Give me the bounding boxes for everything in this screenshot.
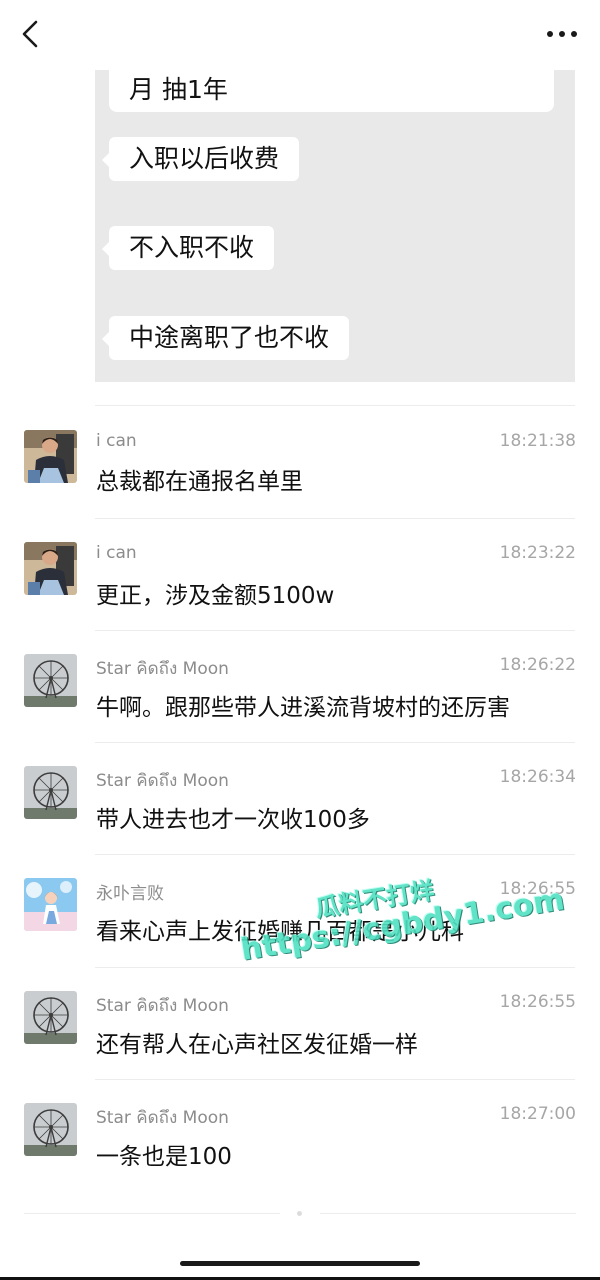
sender-name: Star คิดถึง Moon xyxy=(96,996,229,1016)
message-time: 18:26:22 xyxy=(499,655,576,675)
sender-name: i can xyxy=(96,543,137,563)
quoted-chat-panel: 月 抽1年 入职以后收费 不入职不收 中途离职了也不收 xyxy=(95,60,575,382)
sender-name: 永卟言败 xyxy=(96,884,164,904)
message-time: 18:21:38 xyxy=(499,431,576,451)
sender-name: Star คิดถึง Moon xyxy=(96,771,229,791)
quoted-bubble: 月 抽1年 xyxy=(109,60,554,112)
message-text: 一条也是100 xyxy=(96,1144,232,1170)
chevron-left-icon xyxy=(22,20,38,48)
list-item[interactable]: Star คิดถึง Moon 18:26:55 还有帮人在心声社区发征婚一样 xyxy=(0,967,600,1079)
ferris-wheel-avatar[interactable] xyxy=(24,991,77,1044)
message-text: 牛啊。跟那些带人进溪流背坡村的还厉害 xyxy=(96,695,510,721)
list-item[interactable]: Star คิดถึง Moon 18:26:22 牛啊。跟那些带人进溪流背坡村… xyxy=(0,630,600,742)
ferris-wheel-avatar[interactable] xyxy=(24,654,77,707)
message-text: 看来心声上发征婚赚几百都是小儿科 xyxy=(96,919,464,945)
list-item[interactable]: i can 18:23:22 更正，涉及金额5100w xyxy=(0,518,600,630)
quoted-bubble: 入职以后收费 xyxy=(101,137,300,181)
home-indicator[interactable] xyxy=(180,1261,420,1266)
more-dots-icon xyxy=(547,31,577,37)
list-item[interactable]: Star คิดถึง Moon 18:27:00 一条也是100 xyxy=(0,1079,600,1191)
anime-avatar[interactable] xyxy=(24,878,77,931)
message-text: 总裁都在通报名单里 xyxy=(96,469,303,495)
message-time: 18:23:22 xyxy=(499,543,576,563)
end-dot xyxy=(297,1211,302,1216)
sender-name: Star คิดถึง Moon xyxy=(96,1108,229,1128)
list-item[interactable]: i can 18:21:38 总裁都在通报名单里 xyxy=(0,406,600,518)
list-item[interactable]: Star คิดถึง Moon 18:26:34 带人进去也才一次收100多 xyxy=(0,742,600,854)
more-button[interactable] xyxy=(544,22,580,46)
man-photo-avatar[interactable] xyxy=(24,542,77,595)
quoted-bubble: 中途离职了也不收 xyxy=(101,316,350,360)
ferris-wheel-avatar[interactable] xyxy=(24,1103,77,1156)
end-divider xyxy=(320,1213,576,1214)
message-time: 18:27:00 xyxy=(499,1104,576,1124)
message-text: 带人进去也才一次收100多 xyxy=(96,807,370,833)
message-time: 18:26:55 xyxy=(499,992,576,1012)
sender-name: Star คิดถึง Moon xyxy=(96,659,229,679)
message-text: 更正，涉及金额5100w xyxy=(96,583,335,609)
message-time: 18:26:34 xyxy=(499,767,576,787)
quoted-bubble: 不入职不收 xyxy=(101,226,275,270)
ferris-wheel-avatar[interactable] xyxy=(24,766,77,819)
message-time: 18:26:55 xyxy=(499,879,576,899)
list-item[interactable]: 永卟言败 18:26:55 看来心声上发征婚赚几百都是小儿科 xyxy=(0,854,600,966)
sender-name: i can xyxy=(96,431,137,451)
end-divider xyxy=(24,1213,280,1214)
man-photo-avatar[interactable] xyxy=(24,430,77,483)
message-text: 还有帮人在心声社区发征婚一样 xyxy=(96,1032,418,1058)
back-button[interactable] xyxy=(14,16,50,52)
